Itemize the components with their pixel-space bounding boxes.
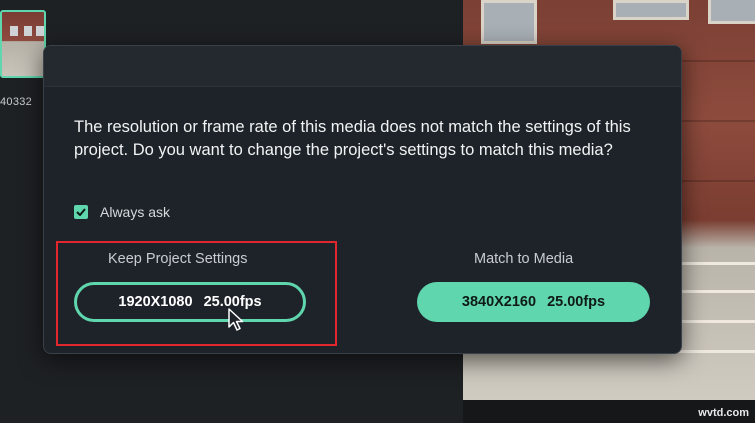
match-fps: 25.00fps bbox=[547, 294, 606, 310]
always-ask-label: Always ask bbox=[100, 204, 171, 220]
watermark: wvtd.com bbox=[698, 407, 749, 419]
dialog-message: The resolution or frame rate of this med… bbox=[74, 118, 631, 159]
media-file-label: 40332 bbox=[0, 96, 33, 108]
match-media-title: Match to Media bbox=[474, 251, 574, 267]
preview-toolbar: wvtd.com bbox=[463, 400, 755, 423]
match-resolution: 3840X2160 bbox=[461, 294, 537, 310]
media-thumbnail[interactable] bbox=[0, 10, 46, 78]
always-ask-checkbox[interactable] bbox=[74, 205, 88, 219]
always-ask-option[interactable]: Always ask bbox=[74, 204, 170, 220]
highlight-annotation bbox=[56, 241, 337, 346]
check-icon bbox=[76, 208, 86, 216]
mouse-pointer-icon bbox=[228, 308, 244, 331]
match-to-media-button[interactable]: 3840X2160 25.00fps bbox=[417, 282, 650, 322]
dialog-header bbox=[44, 46, 681, 87]
